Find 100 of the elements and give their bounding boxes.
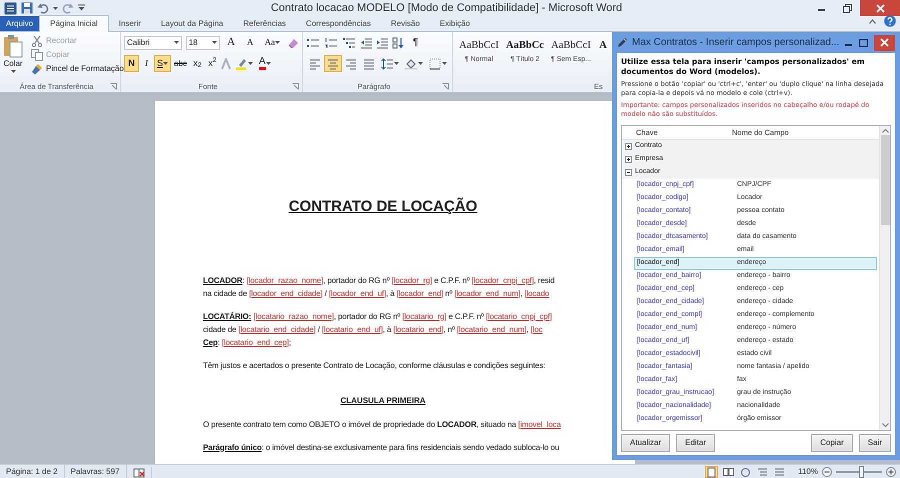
format-button[interactable]: x$^{2}$ [204, 55, 220, 72]
caret-icon[interactable] [212, 41, 217, 44]
zoom-in-icon[interactable] [886, 467, 896, 477]
window-title: Contrato locacao MODELO [Modo de Compatibilidade] - Microsoft Word [270, 1, 622, 16]
dialog-launcher-icon[interactable] [442, 83, 449, 90]
view-web-button[interactable] [739, 466, 752, 478]
document-paragraph: LOCATÁRIO: [locatario_razao_nome], portador do RG nº [locatario_rg] e C.P.F. nº [locatario_cnpj_cpf] cidade de [locatario_end_cidade] / [locatario_end_uf], à [locatario_end], nº [locatario_end_num], [loc Cep: [locatario_end_cep]; [203, 310, 553, 348]
view-reading-icon [723, 466, 734, 478]
ribbon-tab[interactable]: Revisão [380, 16, 430, 31]
zoom-out-icon[interactable] [822, 467, 832, 477]
ribbon-tab[interactable]: Referências [233, 16, 296, 31]
caret-icon[interactable] [418, 62, 423, 65]
view-outline-button[interactable] [756, 466, 770, 478]
bullet-list-icon[interactable] [306, 36, 320, 48]
view-print-icon [706, 466, 718, 478]
caret-icon[interactable] [163, 62, 168, 65]
align-justify-icon [363, 58, 375, 70]
scroll-up-icon[interactable] [882, 129, 888, 133]
dialog-close-button[interactable] [874, 34, 895, 50]
multilevel-list-icon[interactable] [342, 36, 356, 48]
border-grid-icon [429, 58, 441, 70]
scissors-icon [31, 35, 43, 47]
style-gallery-item[interactable]: A [594, 34, 612, 81]
save-icon[interactable] [21, 2, 33, 14]
ribbon-tab[interactable]: Layout da Página [150, 16, 234, 31]
caret-icon[interactable] [53, 6, 58, 10]
dialog-button[interactable]: Atualizar [621, 434, 670, 452]
caret-icon[interactable] [248, 62, 253, 65]
undo-icon[interactable] [37, 2, 49, 14]
decrease-indent-icon[interactable] [360, 36, 372, 48]
highlighter-icon [234, 58, 247, 70]
dialog-launcher-icon[interactable] [110, 83, 117, 90]
view-outline-icon [757, 466, 768, 478]
caret-icon[interactable] [275, 41, 280, 44]
caret-icon[interactable] [174, 41, 179, 44]
format-button[interactable]: N [124, 55, 139, 72]
clipboard-icon [3, 34, 23, 58]
shrink-font-button[interactable]: A [242, 34, 258, 51]
show-formatting-button[interactable]: ¶ [408, 34, 423, 51]
paste-button[interactable]: Colar [3, 34, 23, 81]
close-icon [880, 38, 889, 47]
sort-icon[interactable] [392, 36, 404, 48]
copy-icon [31, 49, 43, 61]
format-button[interactable]: S [154, 55, 172, 72]
format-button[interactable]: x$_{2}$ [190, 55, 205, 72]
restore-icon [842, 4, 852, 12]
dialog-button[interactable]: Editar [676, 434, 716, 452]
ribbon-tab[interactable]: Inserir [108, 16, 151, 31]
maximize-icon [859, 38, 868, 46]
document-paragraph: O presente contrato tem como OBJETO o imóvel de propriedade do LOCADOR, situado na [imovel_loca [203, 418, 562, 430]
dialog-launcher-icon[interactable] [292, 83, 299, 90]
collapse-ribbon-icon[interactable] [869, 18, 876, 24]
document-title: CONTRATO DE LOCAÇÃO [288, 196, 478, 217]
collapse-icon[interactable] [625, 169, 632, 176]
dialog-button[interactable]: Copiar [811, 434, 853, 452]
align-right-icon [345, 58, 357, 70]
align-center-button[interactable] [324, 55, 342, 72]
view-reading-button[interactable] [722, 466, 736, 478]
vertical-scrollbar[interactable] [879, 126, 890, 430]
close-button[interactable] [860, 0, 900, 16]
clear-formatting-icon[interactable] [287, 36, 300, 48]
word-count[interactable]: Palavras: 597 [64, 465, 127, 478]
section-heading: CLAUSULA PRIMEIRA [339, 394, 427, 406]
align-left-icon [309, 58, 321, 70]
ribbon-tab[interactable]: Página Inicial [39, 15, 109, 32]
ribbon-tab[interactable]: Exibição [430, 16, 480, 31]
view-draft-button[interactable] [773, 466, 786, 478]
pencil-icon [617, 37, 628, 48]
file-tab[interactable]: Arquivo [0, 16, 40, 31]
format-button[interactable]: I [139, 55, 154, 72]
grow-font-button[interactable]: A [224, 34, 239, 51]
line-spacing-icon [381, 58, 393, 70]
proofing-book-icon[interactable] [132, 466, 145, 478]
caret-icon[interactable] [266, 62, 271, 65]
font-name-field[interactable]: Calibri [124, 36, 182, 50]
zoom-level[interactable]: 110% [798, 466, 818, 478]
page-count[interactable]: Página: 1 de 2 [0, 465, 65, 478]
font-color-button[interactable]: A [256, 55, 274, 72]
expand-icon[interactable] [625, 156, 632, 163]
document-paragraph: Têm justos e acertados o presente Contrato de Locação, conforme cláusulas e condições seguintes: [203, 360, 546, 372]
word-logo-icon[interactable] [4, 2, 17, 14]
scrollbar-thumb[interactable] [880, 135, 890, 225]
scroll-down-icon[interactable] [882, 423, 888, 427]
font-size-field[interactable]: 18 [186, 36, 220, 50]
customize-caret-icon[interactable] [78, 4, 85, 12]
dialog-button[interactable]: Sair [858, 434, 891, 452]
ribbon-tab[interactable]: Correspondências [296, 16, 381, 31]
help-icon[interactable] [884, 15, 896, 27]
numbered-list-icon[interactable] [324, 36, 338, 48]
caret-icon[interactable] [442, 62, 447, 65]
expand-icon[interactable] [625, 143, 632, 150]
caret-icon[interactable] [394, 62, 399, 65]
increase-indent-icon[interactable] [376, 36, 388, 48]
caret-icon[interactable] [10, 70, 16, 73]
brush-icon [31, 63, 43, 75]
clipboard-button[interactable]: Pincel de Formatação [31, 62, 124, 76]
format-button[interactable]: abc [171, 55, 190, 72]
zoom-slider-thumb[interactable] [859, 466, 864, 478]
view-print-button[interactable] [705, 466, 718, 478]
change-case-button[interactable]: Aa [262, 34, 284, 51]
